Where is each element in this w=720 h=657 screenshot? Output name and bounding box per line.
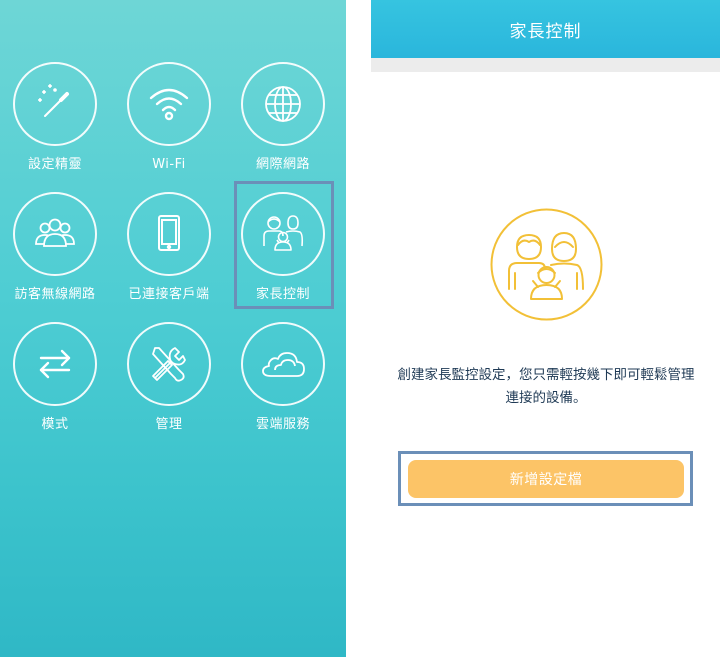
menu-item-connected-clients[interactable]: 已連接客戶端 (114, 192, 224, 312)
menu-item-label: Wi-Fi (152, 157, 186, 172)
menu-item-label: 設定精靈 (27, 157, 82, 172)
wifi-icon (149, 88, 189, 121)
menu-item-label: 雲端服務 (255, 417, 310, 432)
menu-item-internet[interactable]: 網際網路 (228, 62, 338, 182)
menu-item-circle (13, 322, 97, 406)
cloud-icon (262, 352, 305, 377)
globe-icon (265, 86, 301, 122)
menu-item-label: 網際網路 (255, 157, 310, 172)
menu-item-circle (127, 322, 211, 406)
menu-item-circle (127, 192, 211, 276)
add-profile-highlight (398, 451, 693, 506)
menu-item-circle (127, 62, 211, 146)
family-icon (490, 208, 603, 321)
tools-icon (152, 347, 186, 382)
menu-item-mode[interactable]: 模式 (0, 322, 110, 442)
menu-item-cloud-service[interactable]: 雲端服務 (228, 322, 338, 442)
parental-control-highlight (234, 181, 334, 309)
menu-item-management[interactable]: 管理 (114, 322, 224, 442)
menu-item-label: 訪客無線網路 (14, 287, 96, 302)
menu-item-circle (13, 192, 97, 276)
menu-item-wifi[interactable]: Wi-Fi (114, 62, 224, 182)
menu-panel: 設定精靈 Wi-Fi 網際網路 訪客無線網路 已連接客戶端 家長控制 模式 管理… (0, 0, 346, 657)
magic-wand-icon (38, 84, 69, 117)
menu-item-circle (241, 322, 325, 406)
description-text: 創建家長監控設定，您只需輕按幾下即可輕鬆管理連接的設備。 (397, 367, 695, 406)
header-bar: 家長控制 (371, 0, 720, 58)
menu-item-guest-wifi[interactable]: 訪客無線網路 (0, 192, 110, 312)
menu-item-label: 模式 (41, 417, 69, 432)
parental-control-screen: 家長控制 創建家長監控設定，您只需輕按幾下即可輕鬆管理連接的設備。 新增設定檔 (371, 0, 720, 657)
switch-arrows-icon (39, 349, 71, 379)
menu-item-circle (241, 62, 325, 146)
menu-item-setup-wizard[interactable]: 設定精靈 (0, 62, 110, 182)
tablet-icon (158, 215, 180, 251)
page-title: 家長控制 (509, 21, 582, 42)
menu-item-label: 已連接客戶端 (128, 287, 210, 302)
guest-users-icon (35, 218, 75, 247)
menu-item-label: 管理 (155, 417, 183, 432)
header-divider (371, 58, 720, 72)
menu-item-circle (13, 62, 97, 146)
